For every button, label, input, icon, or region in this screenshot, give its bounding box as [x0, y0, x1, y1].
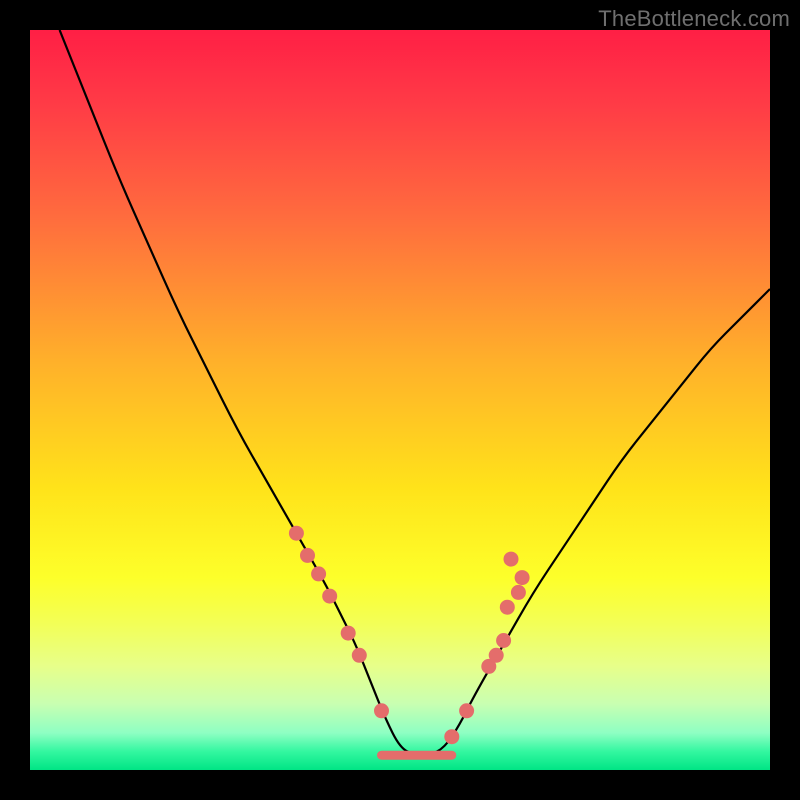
sample-point	[300, 548, 315, 563]
sample-point	[459, 703, 474, 718]
sample-point	[511, 585, 526, 600]
sample-point	[289, 526, 304, 541]
sample-point	[489, 648, 504, 663]
sample-point	[341, 626, 356, 641]
sample-point	[322, 589, 337, 604]
sample-point	[444, 729, 459, 744]
gradient-background	[30, 30, 770, 770]
sample-point	[496, 633, 511, 648]
sample-point	[515, 570, 530, 585]
sample-point	[352, 648, 367, 663]
sample-point	[311, 566, 326, 581]
sample-point	[374, 703, 389, 718]
watermark-text: TheBottleneck.com	[598, 6, 790, 32]
chart-plot	[30, 30, 770, 770]
sample-point	[500, 600, 515, 615]
sample-point	[504, 552, 519, 567]
chart-frame: TheBottleneck.com	[0, 0, 800, 800]
